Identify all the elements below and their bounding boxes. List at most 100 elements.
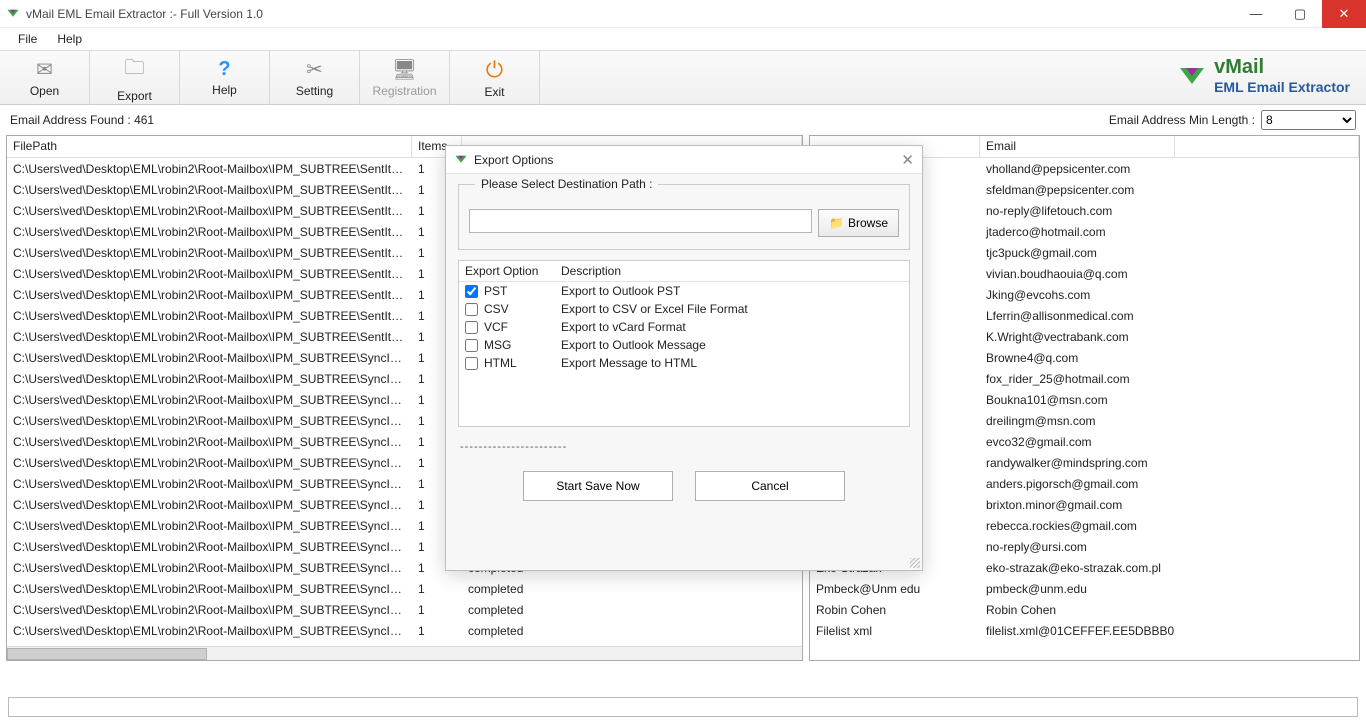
exit-button[interactable]: ⏻Exit [450,50,540,105]
col-filepath[interactable]: FilePath [7,136,412,157]
cell-filepath: C:\Users\ved\Desktop\EML\robin2\Root-Mai… [7,224,412,240]
setting-button[interactable]: ✂Setting [270,50,360,105]
cell-filepath: C:\Users\ved\Desktop\EML\robin2\Root-Mai… [7,476,412,492]
export-option-desc: Export to Outlook PST [561,284,903,298]
cell-email: Lferrin@allisonmedical.com [980,308,1359,324]
cell-filepath: C:\Users\ved\Desktop\EML\robin2\Root-Mai… [7,602,412,618]
table-row[interactable]: C:\Users\ved\Desktop\EML\robin2\Root-Mai… [7,599,802,620]
opt-col-desc: Description [555,261,909,281]
found-count: 461 [134,113,154,127]
envelope-icon: ✉ [36,57,53,82]
cell-filepath: C:\Users\ved\Desktop\EML\robin2\Root-Mai… [7,560,412,576]
export-option-checkbox[interactable] [465,321,478,334]
destination-label: Please Select Destination Path : [475,177,658,191]
cell-filepath: C:\Users\ved\Desktop\EML\robin2\Root-Mai… [7,371,412,387]
menu-file[interactable]: File [8,30,47,48]
brand-sub: EML Email Extractor [1214,79,1350,95]
close-button[interactable]: ✕ [1322,0,1366,28]
export-label: Export [117,89,152,103]
separator-dashes: ----------------------- [460,441,908,453]
exit-label: Exit [484,85,504,99]
destination-path-input[interactable] [469,209,812,233]
maximize-button[interactable]: ▢ [1278,0,1322,28]
export-option-checkbox[interactable] [465,339,478,352]
scroll-thumb[interactable] [7,648,207,660]
cell-filepath: C:\Users\ved\Desktop\EML\robin2\Root-Mai… [7,203,412,219]
table-row[interactable]: Robin CohenRobin Cohen [810,599,1359,620]
cell-status: completed [462,623,802,639]
browse-button[interactable]: 📁Browse [818,209,899,237]
table-row[interactable]: C:\Users\ved\Desktop\EML\robin2\Root-Mai… [7,620,802,641]
setting-label: Setting [296,84,333,98]
cell-filepath: C:\Users\ved\Desktop\EML\robin2\Root-Mai… [7,329,412,345]
cell-filepath: C:\Users\ved\Desktop\EML\robin2\Root-Mai… [7,518,412,534]
table-row[interactable]: Pmbeck@Unm edupmbeck@unm.edu [810,578,1359,599]
minlen-select[interactable]: 8 [1261,110,1356,130]
cell-filepath: C:\Users\ved\Desktop\EML\robin2\Root-Mai… [7,287,412,303]
cell-email: anders.pigorsch@gmail.com [980,476,1359,492]
help-button[interactable]: ?Help [180,50,270,105]
status-row: Email Address Found : 461 Email Address … [0,105,1366,135]
cell-filepath: C:\Users\ved\Desktop\EML\robin2\Root-Mai… [7,308,412,324]
export-option-checkbox[interactable] [465,285,478,298]
export-button[interactable]: 🗀Export [90,50,180,105]
dialog-titlebar: Export Options ✕ [446,146,922,174]
start-save-button[interactable]: Start Save Now [523,471,673,501]
open-button[interactable]: ✉ Open [0,50,90,105]
cell-name: Pmbeck@Unm edu [810,581,980,597]
resize-grip[interactable] [910,558,920,568]
export-option-row[interactable]: HTMLExport Message to HTML [459,354,909,372]
minimize-button[interactable]: — [1234,0,1278,28]
cell-items: 1 [412,623,462,639]
export-option-name: CSV [484,302,509,316]
col-blank[interactable] [1175,136,1359,157]
dialog-close-button[interactable]: ✕ [901,151,914,169]
export-options-list: Export Option Description PSTExport to O… [458,260,910,427]
menubar: File Help [0,28,1366,50]
cell-filepath: C:\Users\ved\Desktop\EML\robin2\Root-Mai… [7,623,412,639]
open-label: Open [30,84,59,98]
cell-email: dreilingm@msn.com [980,413,1359,429]
col-email[interactable]: Email [980,136,1175,157]
cell-email: eko-strazak@eko-strazak.com.pl [980,560,1359,576]
brand: vMail EML Email Extractor [1178,56,1350,95]
cell-status: completed [462,602,802,618]
files-hscroll[interactable] [7,646,802,660]
export-option-row[interactable]: CSV Export to CSV or Excel File Format [459,300,909,318]
export-option-row[interactable]: PSTExport to Outlook PST [459,282,909,300]
table-row[interactable]: Filelist xmlfilelist.xml@01CEFFEF.EE5DBB… [810,620,1359,641]
cell-filepath: C:\Users\ved\Desktop\EML\robin2\Root-Mai… [7,539,412,555]
dialog-title: Export Options [474,153,553,167]
cell-filepath: C:\Users\ved\Desktop\EML\robin2\Root-Mai… [7,392,412,408]
export-option-checkbox[interactable] [465,303,478,316]
cell-email: Robin Cohen [980,602,1359,618]
window-controls: — ▢ ✕ [1234,0,1366,28]
cell-email: Jking@evcohs.com [980,287,1359,303]
cancel-button[interactable]: Cancel [695,471,845,501]
cell-email: tjc3puck@gmail.com [980,245,1359,261]
cell-email: brixton.minor@gmail.com [980,497,1359,513]
export-options-dialog: Export Options ✕ Please Select Destinati… [445,145,923,571]
cell-filepath: C:\Users\ved\Desktop\EML\robin2\Root-Mai… [7,266,412,282]
cell-email: fox_rider_25@hotmail.com [980,371,1359,387]
cell-email: vholland@pepsicenter.com [980,161,1359,177]
window-title: vMail EML Email Extractor :- Full Versio… [26,7,263,21]
cell-email: vivian.boudhaouia@q.com [980,266,1359,282]
export-option-row[interactable]: VCFExport to vCard Format [459,318,909,336]
export-option-desc: Export to CSV or Excel File Format [561,302,903,316]
cell-filepath: C:\Users\ved\Desktop\EML\robin2\Root-Mai… [7,434,412,450]
brand-logo-icon [1178,62,1206,90]
cell-filepath: C:\Users\ved\Desktop\EML\robin2\Root-Mai… [7,413,412,429]
cell-email: evco32@gmail.com [980,434,1359,450]
cell-filepath: C:\Users\ved\Desktop\EML\robin2\Root-Mai… [7,182,412,198]
register-icon: 🖥 [392,57,417,82]
registration-button[interactable]: 🖥 Registration [360,50,450,105]
cell-filepath: C:\Users\ved\Desktop\EML\robin2\Root-Mai… [7,497,412,513]
menu-help[interactable]: Help [47,30,92,48]
export-option-row[interactable]: MSGExport to Outlook Message [459,336,909,354]
export-option-checkbox[interactable] [465,357,478,370]
registration-label: Registration [372,84,436,98]
table-row[interactable]: C:\Users\ved\Desktop\EML\robin2\Root-Mai… [7,578,802,599]
export-option-desc: Export to vCard Format [561,320,903,334]
cell-email: randywalker@mindspring.com [980,455,1359,471]
